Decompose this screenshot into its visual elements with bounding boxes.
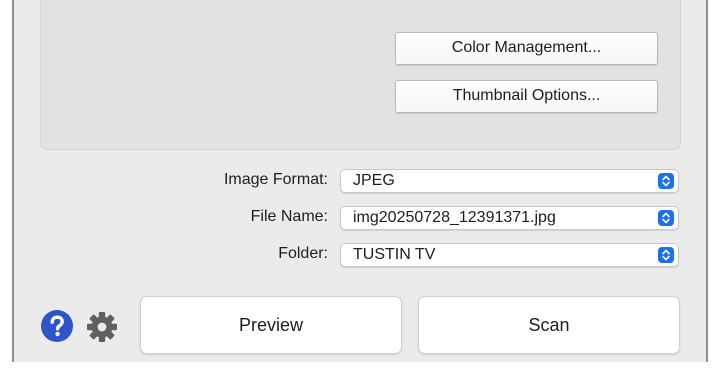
window-border-left [12, 0, 14, 370]
folder-label: Folder: [278, 245, 328, 262]
thumbnail-options-button[interactable]: Thumbnail Options... [395, 80, 658, 113]
file-name-select[interactable]: img20250728_12391371.jpg [340, 206, 679, 230]
window-border-right [706, 0, 708, 370]
image-format-select[interactable]: JPEG [340, 169, 679, 193]
gear-icon[interactable] [86, 311, 118, 343]
scan-dialog-window: Color Management... Thumbnail Options...… [0, 0, 720, 370]
window-outer-margin-left [0, 0, 12, 370]
preview-button[interactable]: Preview [140, 296, 402, 354]
advanced-options-panel: Color Management... Thumbnail Options... [40, 0, 681, 150]
window-bottom-margin [0, 362, 720, 370]
updown-chevron-icon [658, 173, 674, 189]
image-format-value: JPEG [353, 172, 395, 189]
updown-chevron-icon [658, 210, 674, 226]
window-outer-margin-right [708, 0, 720, 370]
file-name-value: img20250728_12391371.jpg [353, 209, 556, 226]
folder-value: TUSTIN TV [353, 246, 436, 263]
scan-button[interactable]: Scan [418, 296, 680, 354]
updown-chevron-icon [658, 247, 674, 263]
folder-select[interactable]: TUSTIN TV [340, 243, 679, 267]
question-circle-icon[interactable] [40, 309, 74, 343]
file-name-label: File Name: [250, 208, 328, 225]
color-management-button[interactable]: Color Management... [395, 32, 658, 65]
image-format-label: Image Format: [223, 171, 328, 188]
